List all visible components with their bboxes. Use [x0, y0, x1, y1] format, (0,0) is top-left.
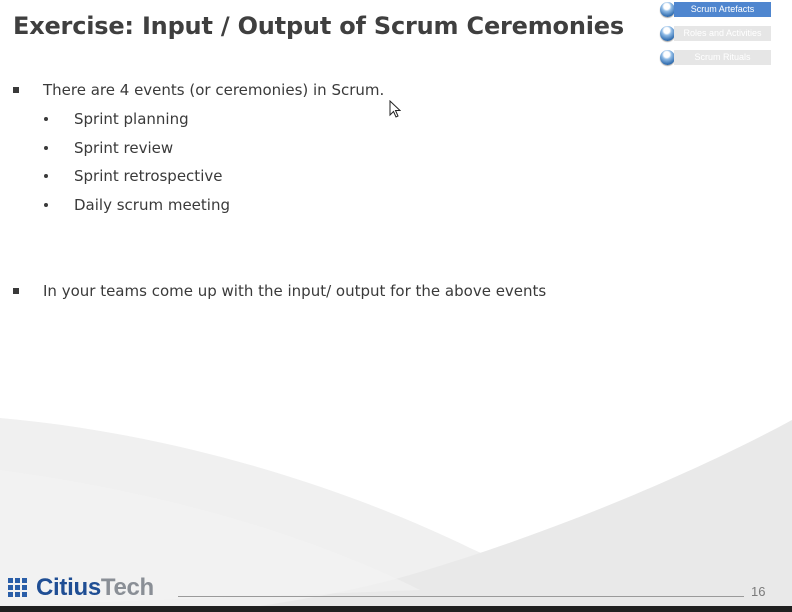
dot-bullet-icon [44, 117, 48, 121]
section-nav: Scrum Artefacts Roles and Activities Scr… [660, 1, 772, 73]
page-number: 16 [751, 584, 766, 599]
bullet-text: In your teams come up with the input/ ou… [43, 282, 547, 300]
square-bullet-icon [13, 288, 19, 294]
grid-logo-icon [8, 578, 29, 598]
orb-icon [660, 2, 675, 17]
nav-item-label: Scrum Rituals [674, 50, 771, 65]
logo-part-tech: Tech [100, 574, 154, 601]
dot-bullet-icon [44, 174, 48, 178]
nav-item-label: Scrum Artefacts [674, 2, 771, 17]
orb-icon [660, 50, 675, 65]
orb-icon [660, 26, 675, 41]
logo-wordmark: CitiusTech [36, 574, 154, 602]
bullet-text: There are 4 events (or ceremonies) in Sc… [43, 81, 385, 99]
dot-bullet-icon [44, 146, 48, 150]
nav-item-scrum-rituals[interactable]: Scrum Rituals [660, 49, 772, 65]
footer-divider [178, 596, 744, 597]
mouse-pointer-icon [389, 100, 401, 118]
logo-part-citius: Citius [36, 574, 101, 601]
sub-bullet-text: Sprint retrospective [74, 167, 223, 185]
slide: Exercise: Input / Output of Scrum Ceremo… [0, 0, 792, 606]
nav-item-label: Roles and Activities [674, 26, 771, 41]
nav-item-roles-and-activities[interactable]: Roles and Activities [660, 25, 772, 41]
sub-bullet-text: Sprint planning [74, 110, 189, 128]
window-bottom-edge [0, 606, 792, 612]
sub-bullet-text: Daily scrum meeting [74, 196, 230, 214]
nav-item-scrum-artefacts[interactable]: Scrum Artefacts [660, 1, 772, 17]
slide-title: Exercise: Input / Output of Scrum Ceremo… [13, 12, 624, 40]
square-bullet-icon [13, 87, 19, 93]
sub-bullet-text: Sprint review [74, 139, 174, 157]
dot-bullet-icon [44, 203, 48, 207]
